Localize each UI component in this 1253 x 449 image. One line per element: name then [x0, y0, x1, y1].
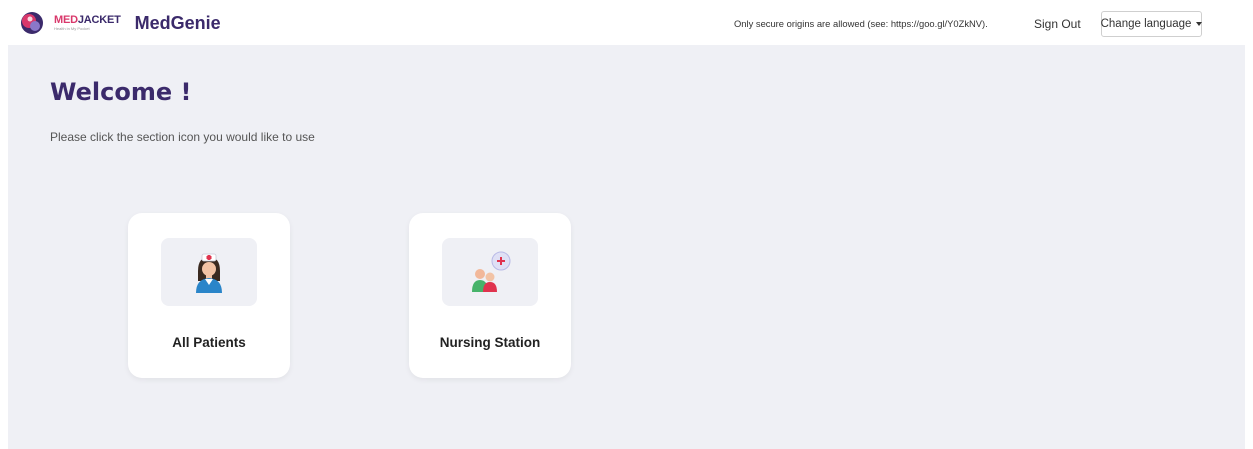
page-subtitle: Please click the section icon you would …: [50, 130, 315, 144]
card-icon-box: [161, 238, 257, 306]
all-patients-card[interactable]: All Patients: [128, 213, 290, 378]
secure-origin-notice: Only secure origins are allowed (see: ht…: [734, 18, 988, 29]
nurse-icon: [196, 253, 222, 293]
all-patients-label: All Patients: [172, 335, 246, 350]
page-title: Welcome !: [50, 78, 192, 106]
brand-tagline: Health in My Pocket: [54, 26, 90, 31]
app-name: MedGenie: [134, 12, 221, 33]
brand[interactable]: MEDJACKET Health in My Pocket MedGenie: [18, 8, 221, 38]
medjacket-logo-icon: [21, 12, 43, 34]
sign-out-link[interactable]: Sign Out: [1034, 17, 1081, 31]
nursing-group-icon: [472, 251, 511, 292]
change-language-dropdown[interactable]: Change language: [1100, 11, 1203, 37]
nursing-station-label: Nursing Station: [439, 335, 541, 350]
card-icon-box: [442, 238, 538, 306]
change-language-label: Change language: [1100, 18, 1192, 30]
top-navbar: MEDJACKET Health in My Pocket MedGenie O…: [0, 0, 1253, 45]
main-content: Welcome ! Please click the section icon …: [8, 45, 1245, 449]
brand-wordmark: MEDJACKET Health in My Pocket: [54, 14, 121, 31]
caret-down-icon: [1196, 22, 1203, 26]
nursing-station-card[interactable]: Nursing Station: [409, 213, 571, 378]
